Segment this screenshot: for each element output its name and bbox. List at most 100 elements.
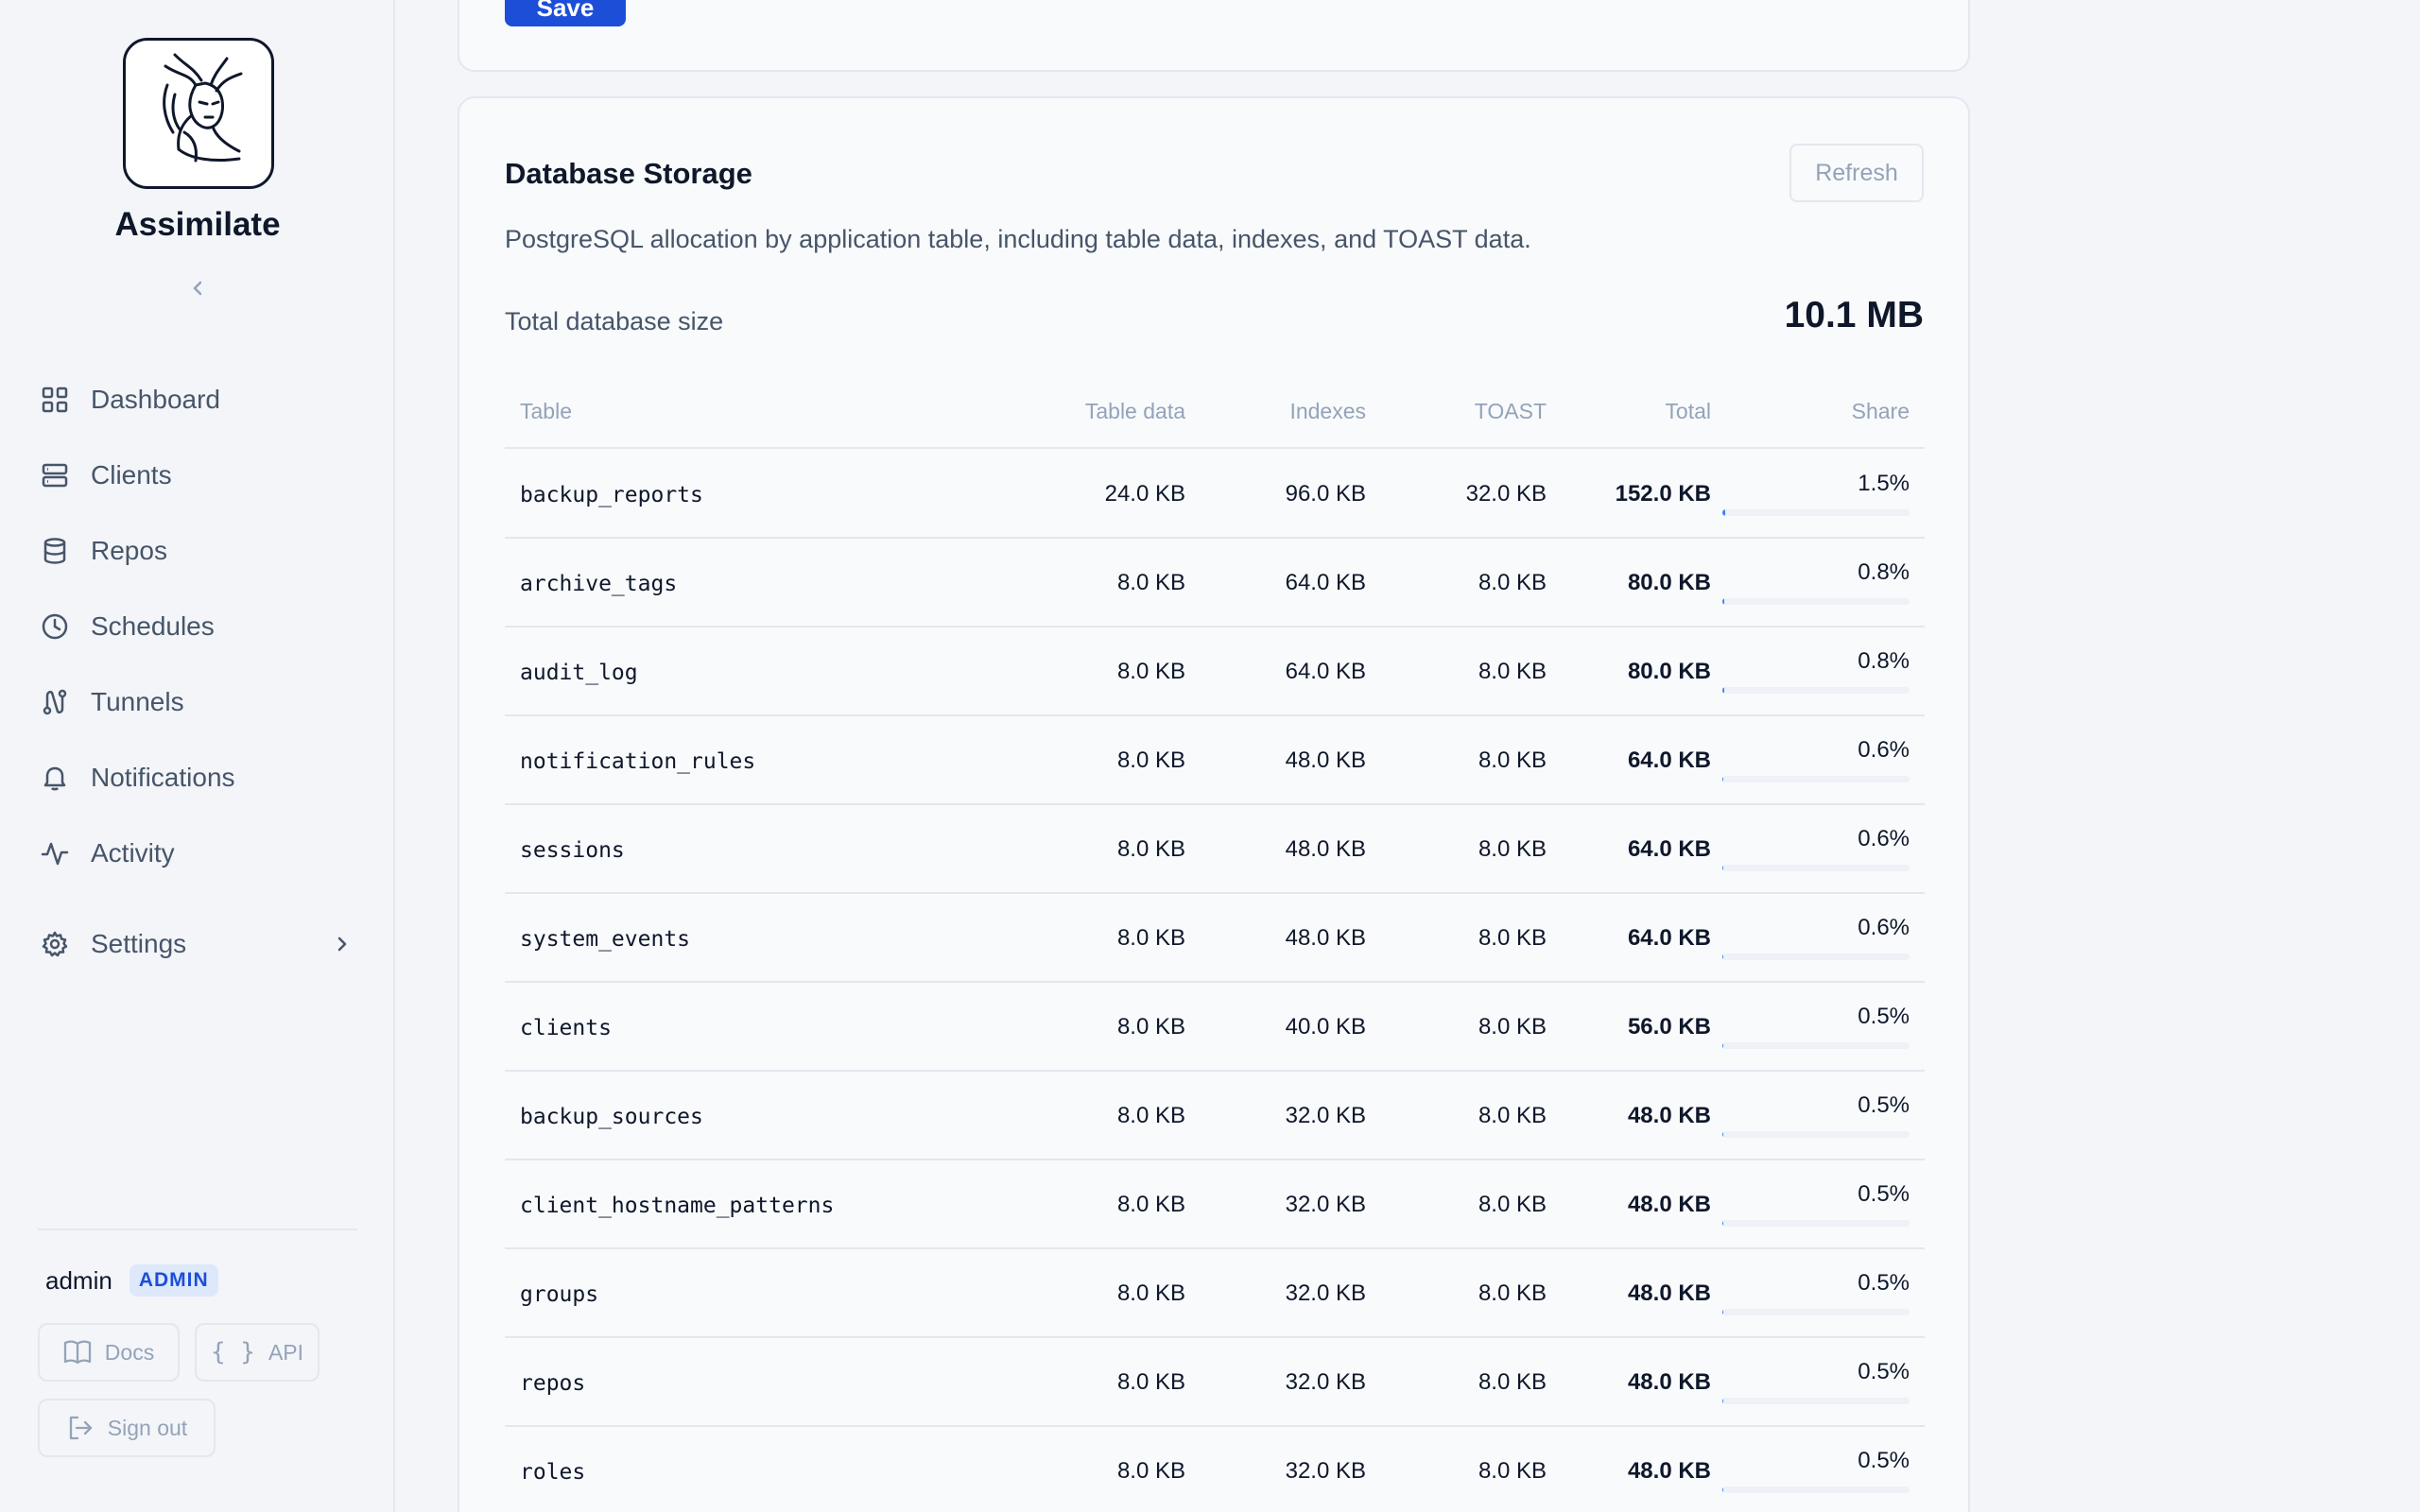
- database-icon: [38, 534, 72, 568]
- table-row: roles 8.0 KB 32.0 KB 8.0 KB 48.0 KB 0.5%: [505, 1427, 1925, 1512]
- indexes-cell: 64.0 KB: [1285, 659, 1366, 684]
- column-header-indexes[interactable]: Indexes: [1289, 399, 1366, 424]
- sidebar-item-label: Activity: [91, 838, 175, 868]
- previous-settings-card: [458, 0, 1970, 72]
- sidebar-item-notifications[interactable]: Notifications: [38, 751, 350, 804]
- indexes-cell: 32.0 KB: [1285, 1103, 1366, 1128]
- sidebar-item-label: Schedules: [91, 611, 215, 641]
- table-name-cell: backup_sources: [520, 1105, 703, 1129]
- total-cell: 48.0 KB: [1627, 1192, 1711, 1217]
- share-cell: 0.6%: [1858, 826, 1910, 851]
- column-header-total[interactable]: Total: [1665, 399, 1711, 424]
- sidebar-item-clients[interactable]: Clients: [38, 449, 350, 502]
- share-bar-fill: [1722, 1486, 1723, 1493]
- sidebar-item-schedules[interactable]: Schedules: [38, 600, 350, 653]
- table-name-cell: backup_reports: [520, 483, 703, 507]
- total-cell: 48.0 KB: [1627, 1369, 1711, 1395]
- table-row: clients 8.0 KB 40.0 KB 8.0 KB 56.0 KB 0.5%: [505, 983, 1925, 1072]
- total-cell: 64.0 KB: [1627, 836, 1711, 862]
- table-row: client_hostname_patterns 8.0 KB 32.0 KB 8.0…: [505, 1160, 1925, 1249]
- share-bar-track: [1722, 776, 1910, 782]
- share-bar-track: [1722, 865, 1910, 871]
- share-bar-fill: [1722, 865, 1724, 871]
- share-cell: 0.5%: [1858, 1181, 1910, 1207]
- share-cell: 0.8%: [1858, 648, 1910, 674]
- sidebar-item-label: Tunnels: [91, 687, 184, 716]
- share-cell: 0.5%: [1858, 1359, 1910, 1384]
- api-button[interactable]: { } API: [195, 1323, 320, 1382]
- table-row: backup_reports 24.0 KB 96.0 KB 32.0 KB 152.0…: [505, 450, 1925, 539]
- share-cell: 0.5%: [1858, 1092, 1910, 1118]
- share-bar-fill: [1722, 687, 1724, 694]
- book-icon: [63, 1339, 92, 1366]
- share-bar-track: [1722, 1309, 1910, 1315]
- toast-cell: 8.0 KB: [1478, 1369, 1547, 1395]
- docs-label: Docs: [104, 1339, 155, 1365]
- share-bar-track: [1722, 954, 1910, 960]
- bell-icon: [38, 761, 72, 795]
- share-bar-fill: [1722, 1398, 1723, 1404]
- table-name-cell: sessions: [520, 838, 625, 863]
- column-header-table[interactable]: Table: [520, 399, 572, 424]
- column-header-share[interactable]: Share: [1852, 399, 1910, 424]
- column-header-toast[interactable]: TOAST: [1475, 399, 1547, 424]
- share-bar-track: [1722, 509, 1910, 516]
- share-bar-track: [1722, 1131, 1910, 1138]
- sidebar-item-label: Repos: [91, 536, 167, 565]
- chevron-right-icon: [333, 929, 350, 959]
- indexes-cell: 40.0 KB: [1285, 1014, 1366, 1040]
- share-bar-track: [1722, 1398, 1910, 1404]
- table-name-cell: system_events: [520, 927, 691, 952]
- table-name-cell: repos: [520, 1371, 586, 1396]
- toast-cell: 8.0 KB: [1478, 1192, 1547, 1217]
- sidebar-item-repos[interactable]: Repos: [38, 524, 350, 577]
- toast-cell: 8.0 KB: [1478, 659, 1547, 684]
- share-cell: 0.6%: [1858, 915, 1910, 940]
- collapse-sidebar-button[interactable]: [184, 274, 213, 302]
- indexes-cell: 32.0 KB: [1285, 1280, 1366, 1306]
- table-row: archive_tags 8.0 KB 64.0 KB 8.0 KB 80.0 KB 0.…: [505, 539, 1925, 627]
- sidebar-item-settings[interactable]: Settings: [38, 918, 350, 971]
- table-data-cell: 24.0 KB: [1104, 481, 1185, 507]
- gear-icon: [38, 927, 72, 961]
- sidebar-item-tunnels[interactable]: Tunnels: [38, 676, 350, 729]
- share-cell: 0.5%: [1858, 1448, 1910, 1473]
- toast-cell: 8.0 KB: [1478, 1458, 1547, 1484]
- total-cell: 152.0 KB: [1615, 481, 1711, 507]
- total-size-value: 10.1 MB: [1784, 295, 1924, 335]
- refresh-button[interactable]: Refresh: [1789, 144, 1924, 202]
- share-bar-fill: [1722, 598, 1724, 605]
- toast-cell: 8.0 KB: [1478, 925, 1547, 951]
- indexes-cell: 48.0 KB: [1285, 836, 1366, 862]
- docs-button[interactable]: Docs: [38, 1323, 180, 1382]
- sidebar: Assimilate Dashboard Clients Repos Sched…: [0, 0, 395, 1512]
- braces-icon: { }: [210, 1338, 255, 1366]
- share-bar-fill: [1722, 954, 1724, 960]
- sign-out-button[interactable]: Sign out: [38, 1399, 216, 1457]
- table-header-divider: [505, 447, 1925, 449]
- save-button[interactable]: Save: [505, 0, 626, 26]
- share-bar-fill: [1722, 776, 1724, 782]
- share-bar-fill: [1722, 509, 1725, 516]
- indexes-cell: 48.0 KB: [1285, 925, 1366, 951]
- logo-icon: [163, 53, 243, 163]
- app-logo[interactable]: [123, 38, 274, 189]
- total-cell: 64.0 KB: [1627, 925, 1711, 951]
- toast-cell: 8.0 KB: [1478, 570, 1547, 595]
- sidebar-item-activity[interactable]: Activity: [38, 827, 350, 880]
- toast-cell: 8.0 KB: [1478, 1103, 1547, 1128]
- table-data-cell: 8.0 KB: [1116, 659, 1185, 684]
- share-cell: 0.6%: [1858, 737, 1910, 763]
- toast-cell: 8.0 KB: [1478, 836, 1547, 862]
- table-name-cell: client_hostname_patterns: [520, 1194, 835, 1218]
- table-data-cell: 8.0 KB: [1116, 747, 1185, 773]
- share-bar-track: [1722, 1486, 1910, 1493]
- section-description: PostgreSQL allocation by application tab…: [505, 225, 1531, 253]
- indexes-cell: 96.0 KB: [1285, 481, 1366, 507]
- table-data-cell: 8.0 KB: [1116, 925, 1185, 951]
- section-title: Database Storage: [505, 157, 752, 190]
- toast-cell: 8.0 KB: [1478, 1280, 1547, 1306]
- indexes-cell: 64.0 KB: [1285, 570, 1366, 595]
- column-header-table-data[interactable]: Table data: [1085, 399, 1185, 424]
- sidebar-item-dashboard[interactable]: Dashboard: [38, 373, 350, 426]
